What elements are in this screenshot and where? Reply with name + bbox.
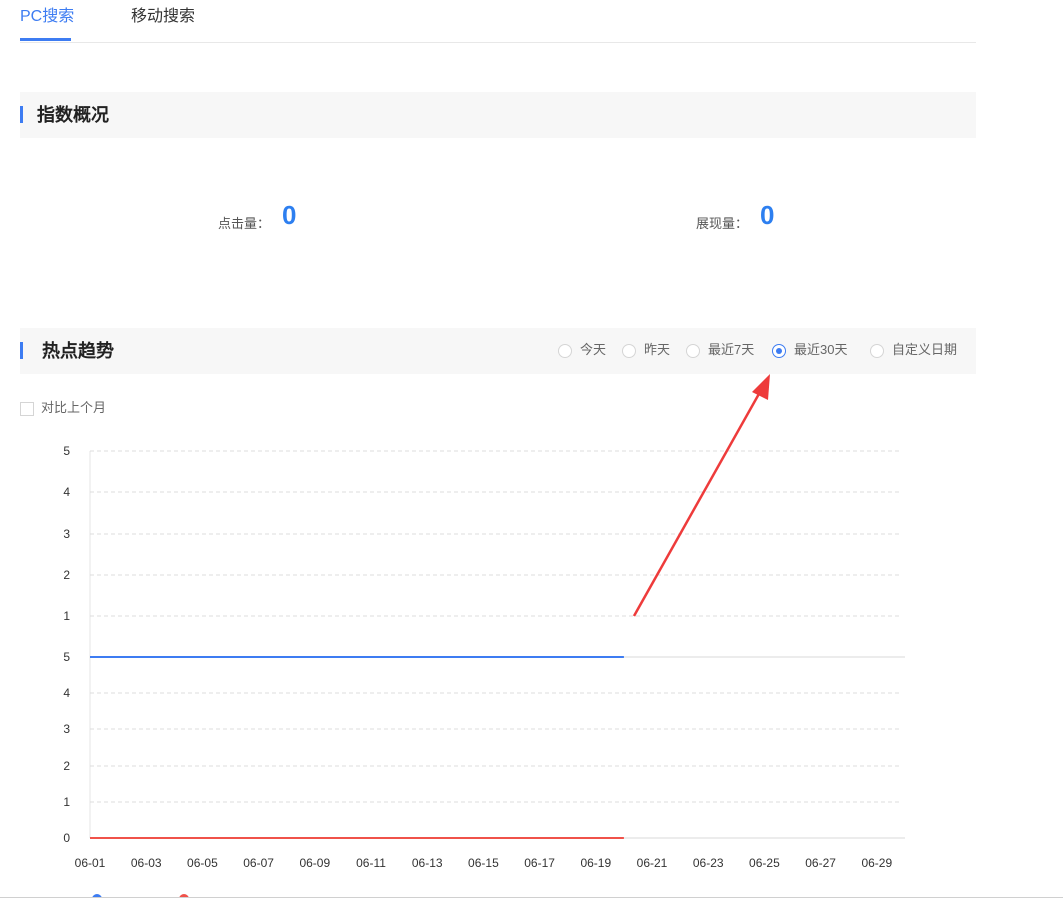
annotation-arrow-shaft [632, 391, 762, 617]
annotation-arrow-head [752, 374, 770, 400]
page-divider [0, 897, 1063, 898]
annotation-arrow-icon [632, 374, 770, 617]
